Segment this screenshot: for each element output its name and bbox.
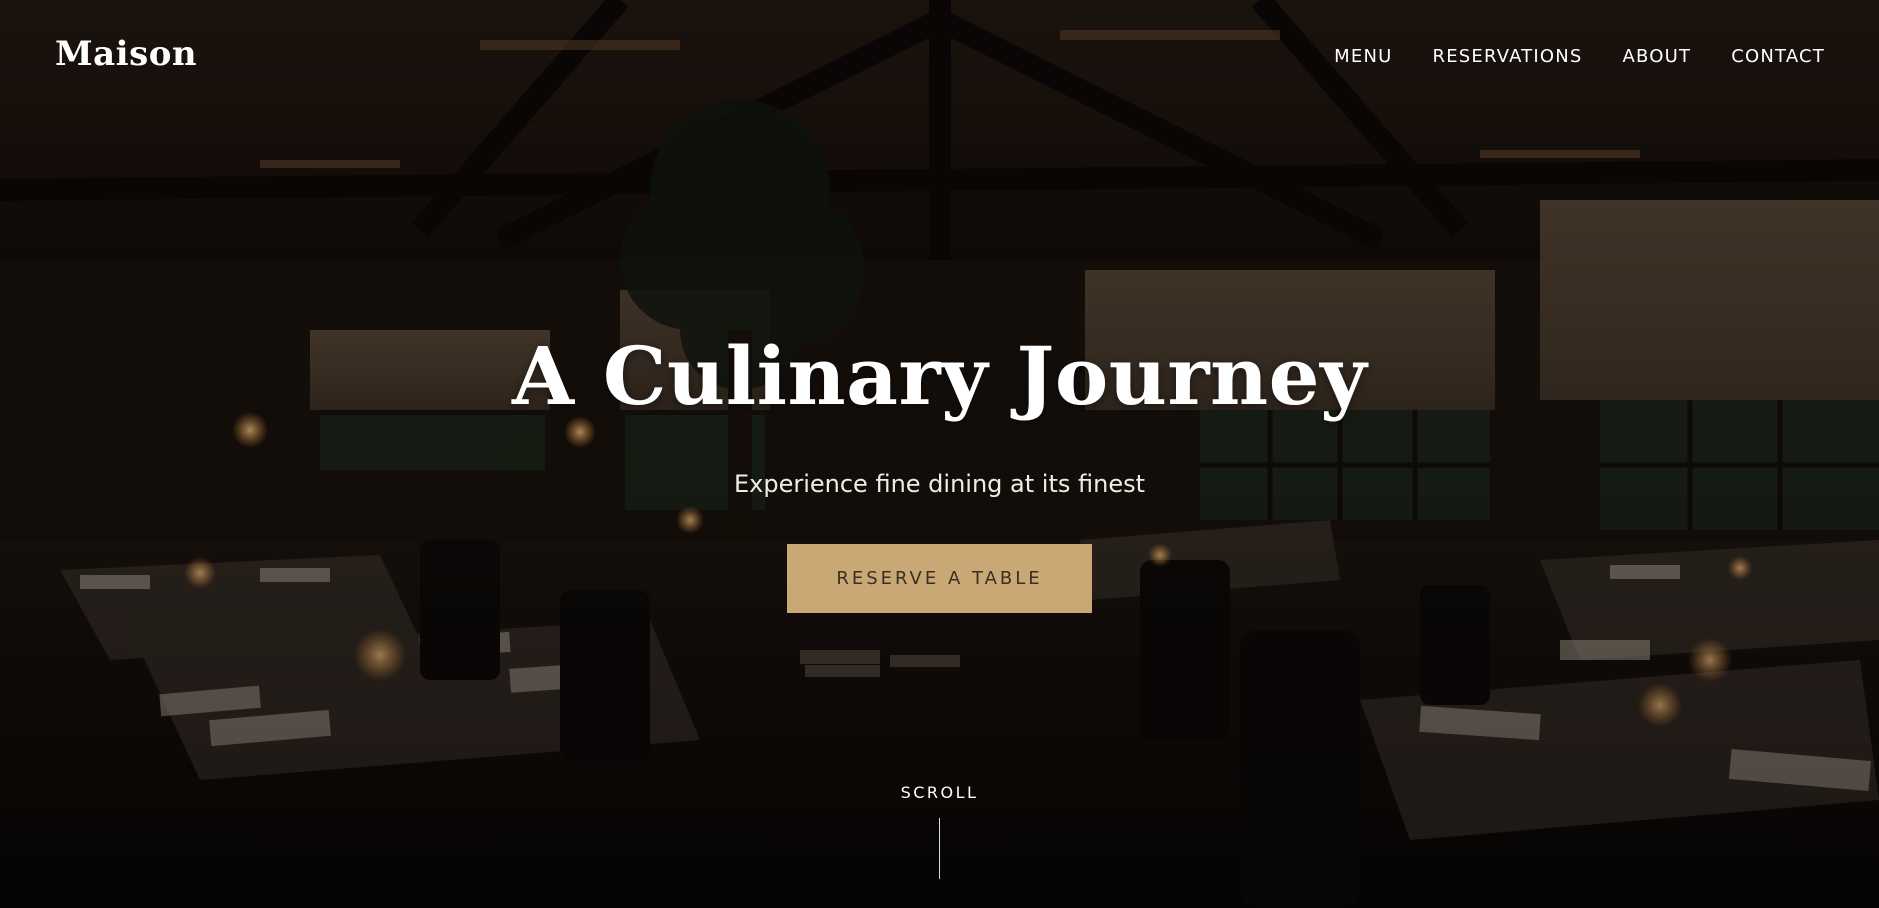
nav-item-menu[interactable]: MENU — [1334, 46, 1392, 67]
scroll-indicator-line — [939, 818, 940, 879]
scroll-indicator-label[interactable]: SCROLL — [0, 783, 1879, 802]
hero-subtitle: Experience fine dining at its finest — [733, 470, 1145, 498]
hero-title: A Culinary Journey — [511, 329, 1368, 423]
nav-item-contact[interactable]: CONTACT — [1731, 46, 1825, 67]
brand-logo[interactable]: Maison — [55, 34, 197, 74]
nav-item-reservations[interactable]: RESERVATIONS — [1433, 46, 1583, 67]
hero-dark-overlay — [0, 0, 1879, 908]
main-nav: MENU RESERVATIONS ABOUT CONTACT — [1334, 46, 1825, 67]
nav-item-about[interactable]: ABOUT — [1623, 46, 1692, 67]
reserve-table-button[interactable]: RESERVE A TABLE — [787, 544, 1092, 613]
